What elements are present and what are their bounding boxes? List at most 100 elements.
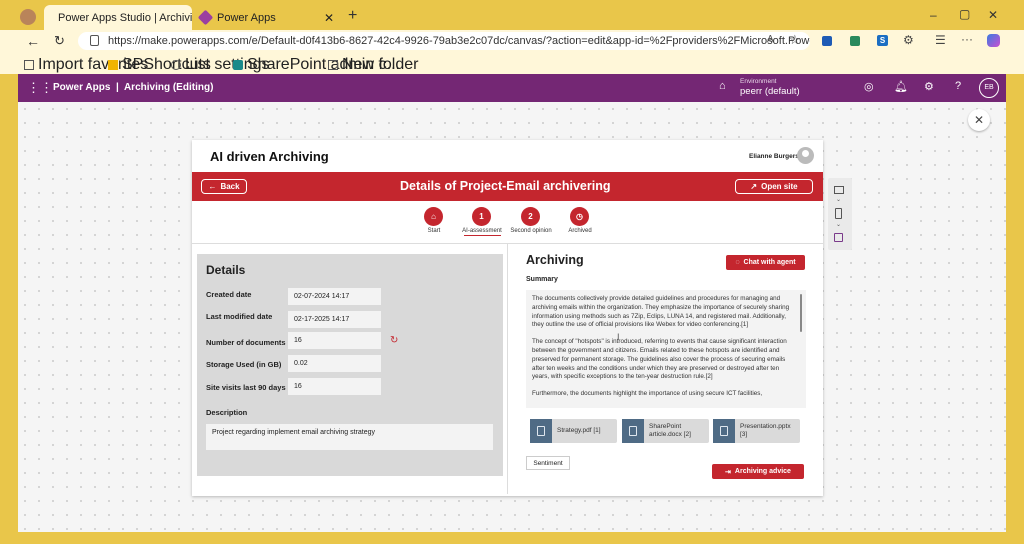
copilot-icon[interactable]: ◎ [864,80,874,93]
back-arrow-icon: ← [208,182,217,191]
summary-label: Summary [526,276,558,283]
back-label: Back [220,182,240,191]
lock-icon[interactable] [90,35,99,46]
summary-scrollbar[interactable] [800,294,802,332]
extension-icon[interactable] [850,36,860,46]
minimize-button[interactable]: – [930,8,937,22]
url-field[interactable]: https://make.powerapps.com/e/Default-d0f… [78,32,810,50]
step-archived-icon[interactable]: ◷ [570,207,589,226]
refresh-icon[interactable]: ↻ [390,335,398,346]
site-visits-label: Site visits last 90 days [206,383,286,392]
active-step-underline [464,235,501,236]
studio-title: Power Apps | Archiving (Editing) [53,82,214,93]
storage-used-label: Storage Used (in GB) [206,360,282,369]
document-icon [530,419,552,443]
tab-power-apps-studio[interactable]: Power Apps Studio | Archiving (E ✕ [44,5,192,30]
advice-arrow-icon: ⇥ [725,468,731,476]
favorite-star-icon[interactable]: ☆ [789,32,801,48]
tab-power-apps[interactable]: Power Apps ✕ [192,5,342,30]
phone-icon[interactable] [835,208,842,219]
collections-icon[interactable]: ☰ [935,33,946,47]
description-label: Description [206,408,248,417]
number-of-documents-label: Number of documents [206,338,286,347]
document-strategy[interactable]: Strategy.pdf [1] [530,419,617,443]
monitor-icon[interactable] [834,186,844,194]
app-launcher-icon[interactable]: ⋮⋮ [27,80,53,96]
user-name: Elianne Burgers [749,153,799,160]
summary-paragraph: The documents collectively provide detai… [532,295,790,329]
import-icon [24,60,34,70]
document-icon [720,426,728,436]
favorite-label: New folder [342,56,419,73]
mouse-cursor-icon: I [617,332,620,342]
external-link-icon: ↗ [750,182,758,191]
document-sharepoint-article[interactable]: SharePoint article.docx [2] [622,419,709,443]
document-icon [622,419,644,443]
folder-icon [108,60,118,70]
environment-icon: ⌂ [719,80,726,92]
step-second-opinion[interactable]: 2 [521,207,540,226]
copilot-icon[interactable] [987,34,1000,47]
details-heading: Details [206,263,246,277]
app-title: AI driven Archiving [210,149,329,164]
chat-with-agent-button[interactable]: ◌ Chat with agent [726,255,805,270]
tab-label: Power Apps Studio | Archiving (E [58,11,192,24]
profile-avatar[interactable] [20,9,36,25]
open-site-button[interactable]: ↗ Open site [735,179,813,194]
document-icon [713,419,735,443]
back-button[interactable]: ← Back [201,179,247,194]
new-tab-button[interactable]: + [348,7,357,25]
summary-paragraph: The concept of "hotspots" is introduced,… [532,338,787,381]
tab-label: Power Apps [217,11,276,24]
maximize-button[interactable]: ▢ [959,7,970,21]
refresh-icon[interactable]: ↻ [54,33,65,49]
more-icon[interactable]: ··· [961,32,973,46]
globe-icon [171,60,181,70]
favorite-new-folder[interactable]: New folder [328,56,418,74]
calendar-icon[interactable] [834,233,843,242]
close-window-button[interactable]: ✕ [988,8,998,22]
number-of-documents-field[interactable]: 16 [288,332,381,349]
read-aloud-icon[interactable]: A [767,34,774,45]
open-site-label: Open site [761,182,798,191]
created-date-field[interactable]: 02-07-2024 14:17 [288,288,381,305]
description-field[interactable]: Project regarding implement email archiv… [206,424,493,450]
summary-text[interactable]: The documents collectively provide detai… [526,290,806,408]
notifications-icon[interactable]: 🔔︎ [894,80,908,93]
extension-icon[interactable] [822,36,832,46]
created-date-label: Created date [206,290,252,299]
extensions-icon[interactable]: ⚙ [903,33,914,47]
settings-gear-icon[interactable]: ⚙ [924,80,934,93]
document-presentation[interactable]: Presentation.pptx [3] [713,419,800,443]
help-icon[interactable]: ? [955,80,961,92]
last-modified-label: Last modified date [206,312,273,321]
archiving-heading: Archiving [526,253,584,267]
step-start-icon[interactable]: ⌂ [424,207,443,226]
chat-label: Chat with agent [743,259,796,266]
person-head-icon [802,150,809,157]
sentiment-button[interactable]: Sentiment [526,456,570,470]
environment-name[interactable]: peerr (default) [740,86,800,97]
power-apps-logo-icon [197,9,214,26]
document-label: Presentation.pptx [3] [740,423,791,438]
close-tab-icon[interactable]: ✕ [324,11,334,25]
folder-icon [328,60,338,70]
document-icon [629,426,637,436]
divider [507,244,508,494]
last-modified-field[interactable]: 02-17-2025 14:17 [288,311,381,328]
site-visits-field[interactable]: 16 [288,378,381,395]
power-apps-logo-icon [48,13,56,22]
user-avatar[interactable]: EB [979,78,999,98]
document-label: SharePoint article.docx [2] [649,423,691,438]
archiving-advice-button[interactable]: ⇥ Archiving advice [712,464,804,479]
storage-used-field[interactable]: 0.02 [288,355,381,372]
step-ai-assessment[interactable]: 1 [472,207,491,226]
advice-label: Archiving advice [734,468,791,475]
window-frame [1006,74,1024,544]
back-arrow-icon[interactable]: ← [26,33,40,49]
sharepoint-icon[interactable]: S [877,35,888,46]
chevron-down-icon: ⌄ [836,222,842,228]
window-frame [0,532,1024,544]
chat-icon: ◌ [735,259,740,266]
close-preview-icon[interactable]: ✕ [968,109,990,131]
